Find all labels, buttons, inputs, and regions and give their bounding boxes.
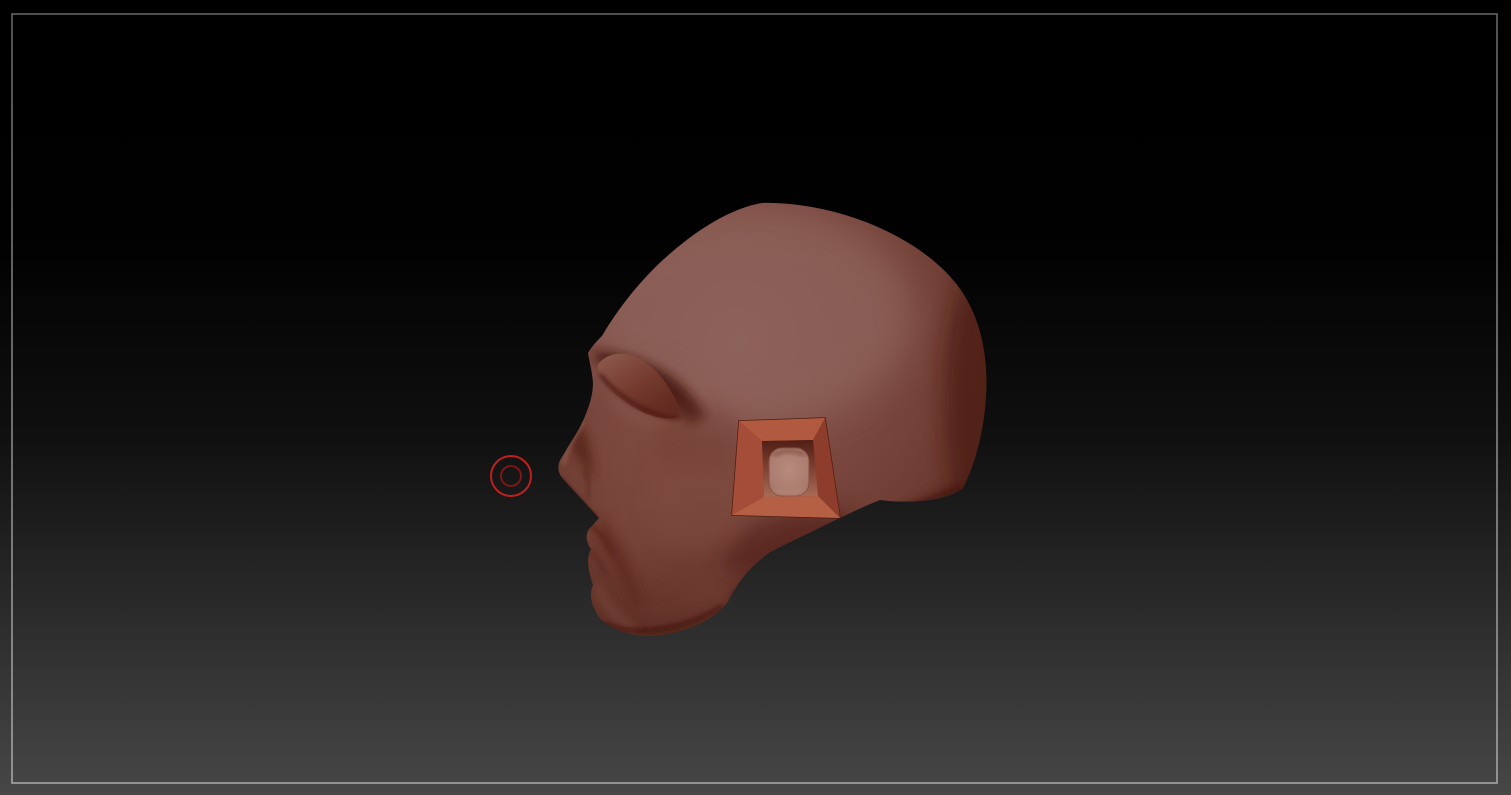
app-window: { "scene": { "type": "3d-sculpt-viewport… (0, 0, 1511, 795)
sculpt-viewport (0, 0, 1511, 795)
cheek-light (649, 460, 745, 550)
ear-plate[interactable] (731, 417, 841, 519)
